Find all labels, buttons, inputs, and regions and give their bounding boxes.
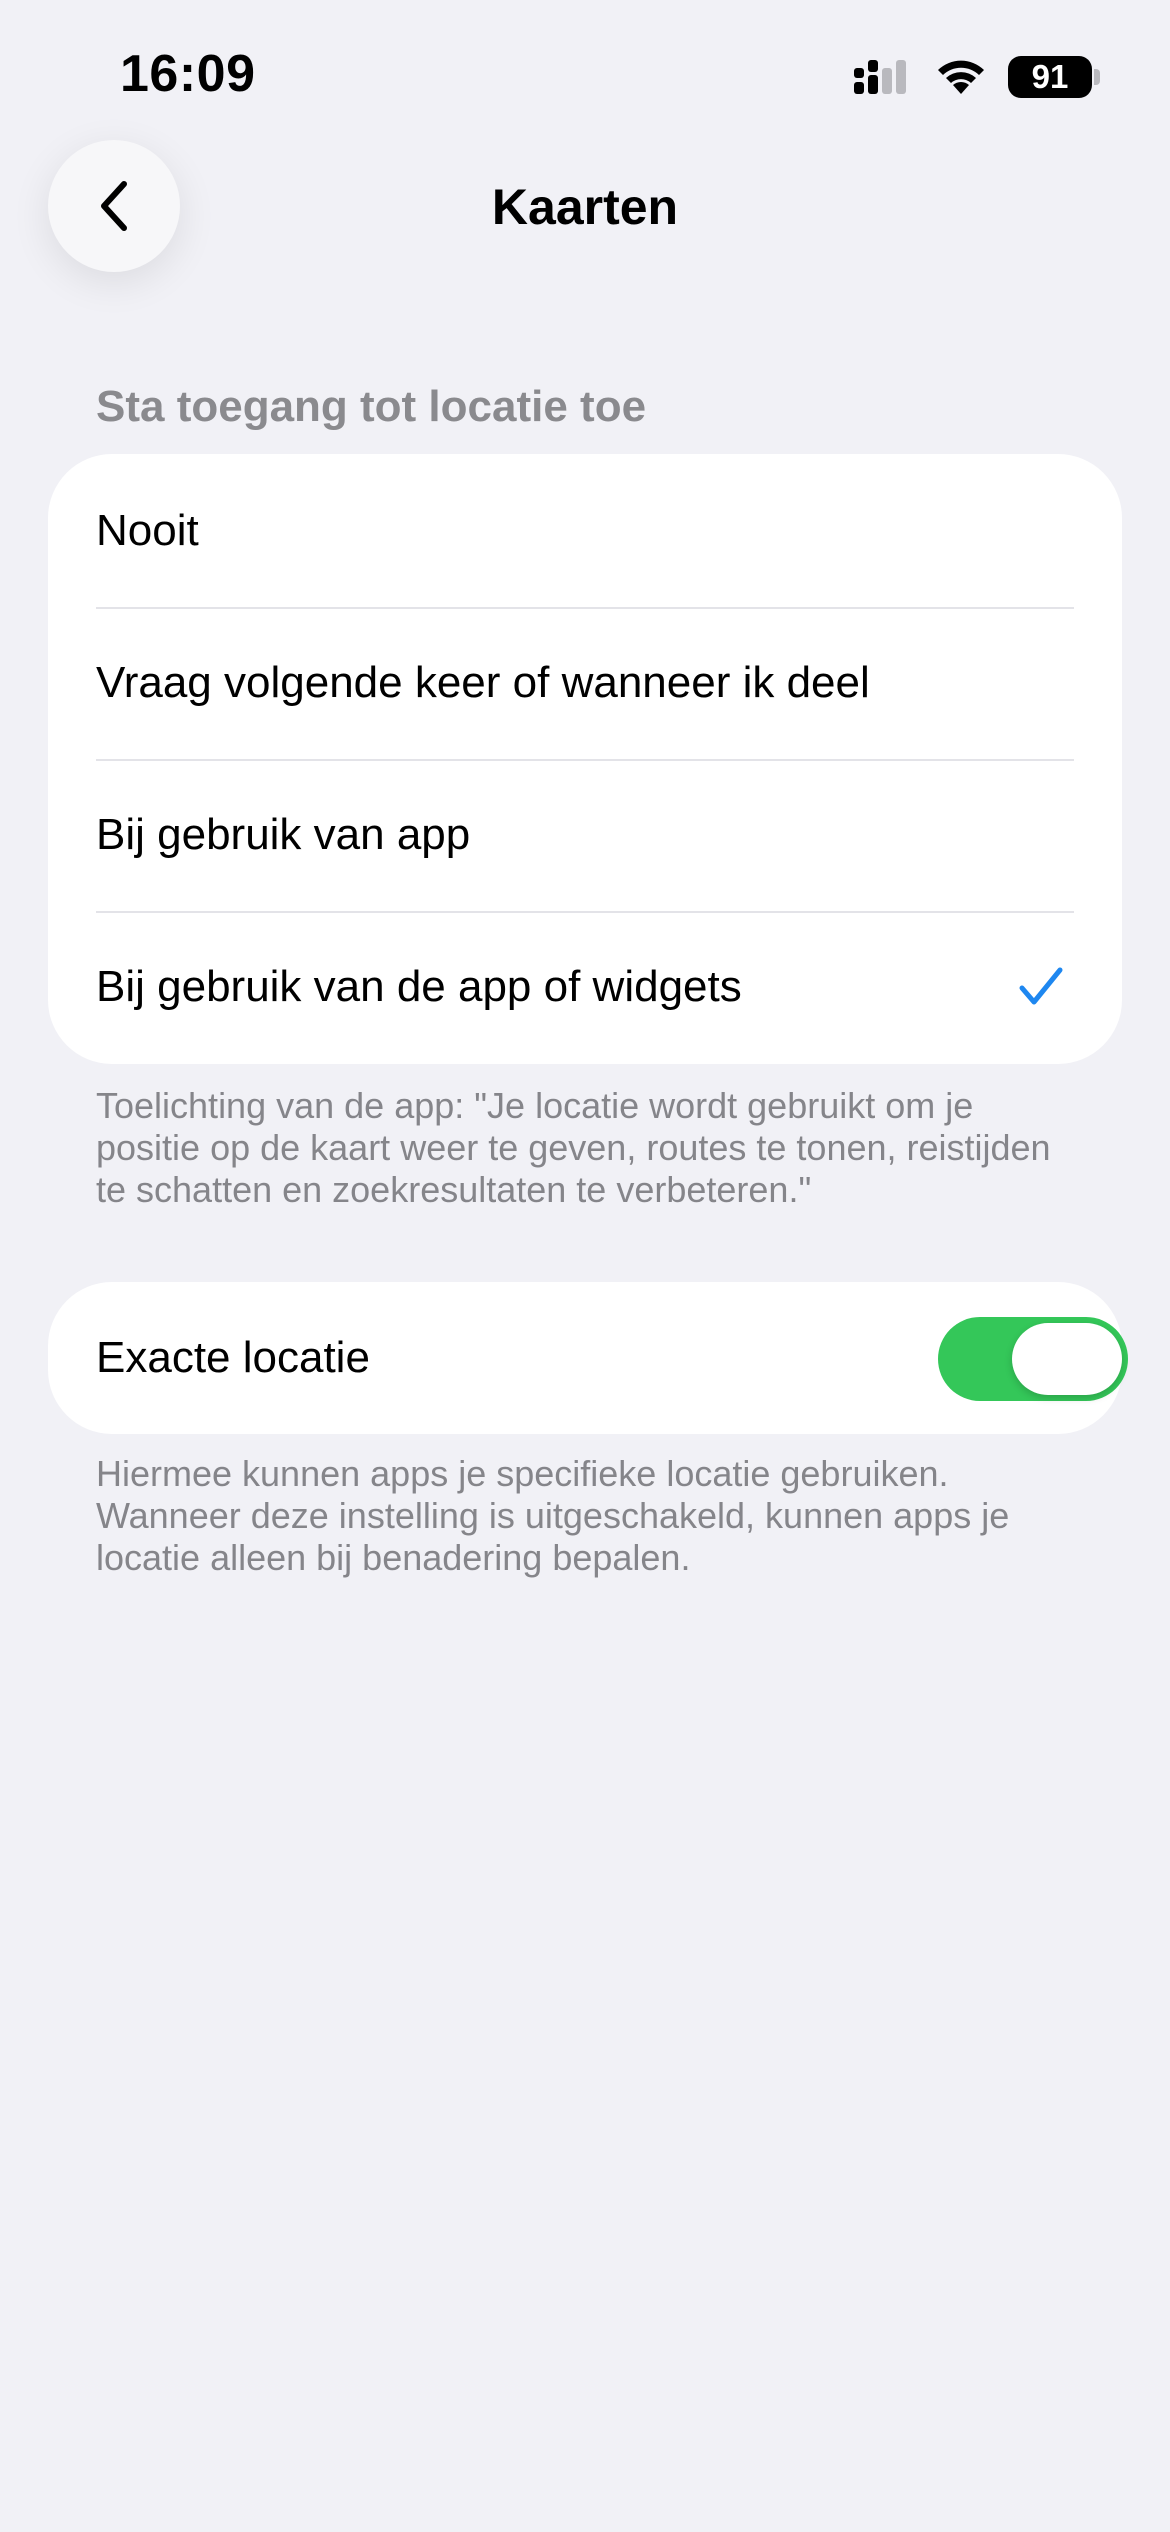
precise-location-description: Hiermee kunnen apps je specifieke locati… — [96, 1453, 1010, 1578]
location-options-group: Nooit Vraag volgende keer of wanneer ik … — [48, 454, 1122, 1064]
option-label: Nooit — [96, 505, 199, 555]
option-while-using-app-or-widgets[interactable]: Bij gebruik van de app of widgets — [48, 911, 1122, 1063]
page-title: Kaarten — [491, 179, 679, 235]
option-label: Vraag volgende keer of wanneer ik deel — [96, 658, 870, 707]
toggle-knob — [1012, 1323, 1122, 1395]
battery-icon: 91 — [1008, 56, 1092, 98]
signal-icon — [854, 60, 906, 94]
option-while-using-app[interactable]: Bij gebruik van app — [48, 759, 1122, 911]
status-time: 16:09 — [120, 45, 256, 103]
option-label: Bij gebruik van app — [96, 810, 471, 859]
checkmark-icon — [1019, 967, 1063, 1005]
app-explanation: Toelichting van de app: "Je locatie word… — [96, 1085, 1051, 1210]
location-settings-screen: 16:09 91 Kaarten Sta toegang tot locatie… — [0, 0, 1170, 2532]
option-ask-next-time[interactable]: Vraag volgende keer of wanneer ik deel — [48, 607, 1122, 759]
wifi-icon — [938, 60, 984, 94]
location-access-header: Sta toegang tot locatie toe — [96, 382, 647, 431]
precise-location-toggle[interactable] — [938, 1317, 1128, 1401]
battery-tip — [1094, 69, 1100, 85]
battery-level: 91 — [1031, 58, 1069, 95]
precise-location-group: Exacte locatie — [48, 1282, 1128, 1434]
option-never[interactable]: Nooit — [48, 454, 1122, 607]
option-label: Bij gebruik van de app of widgets — [96, 962, 742, 1011]
precise-location-label: Exacte locatie — [96, 1333, 370, 1382]
